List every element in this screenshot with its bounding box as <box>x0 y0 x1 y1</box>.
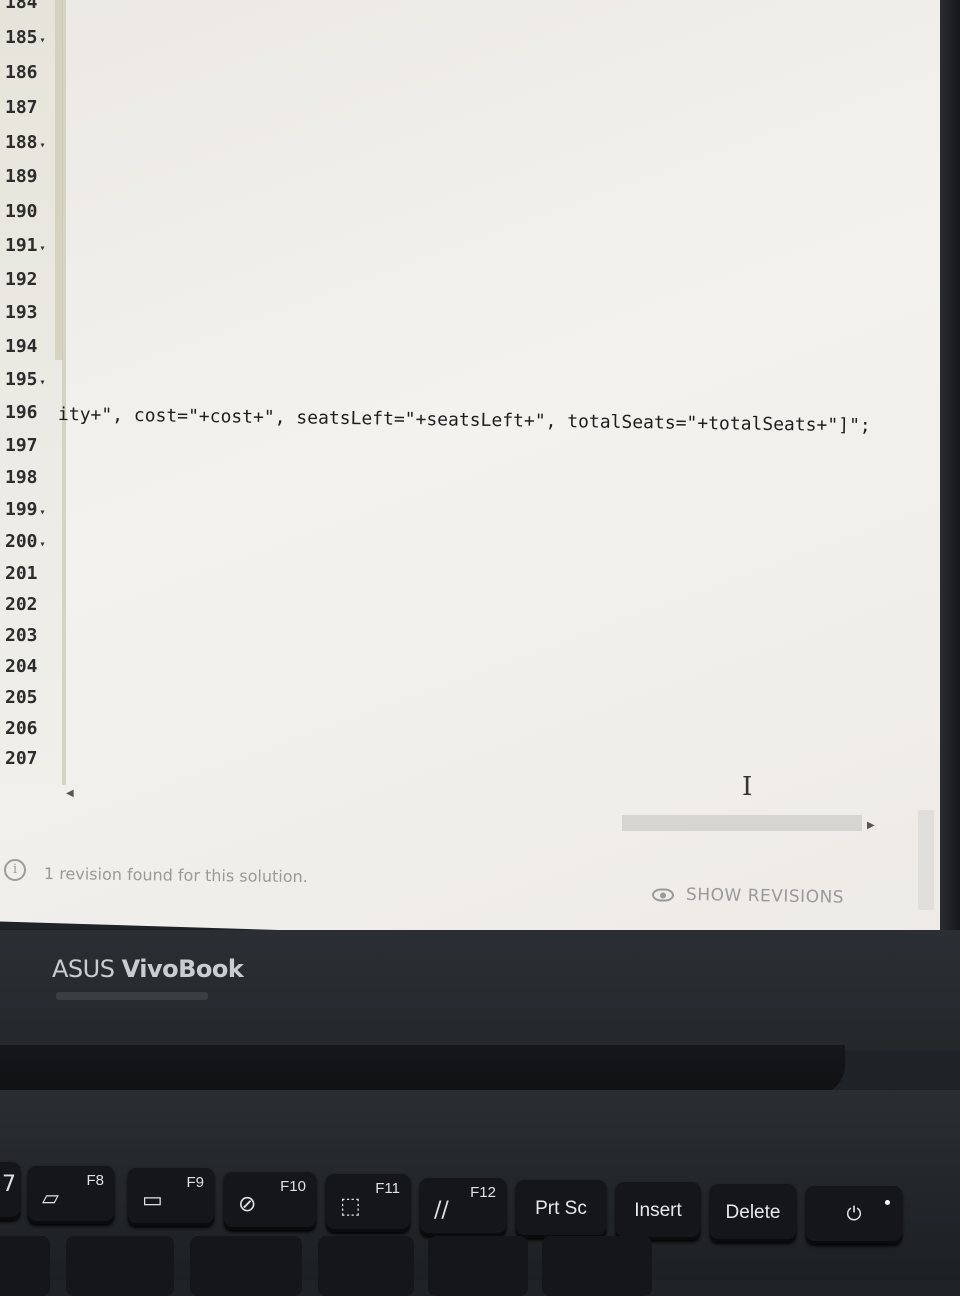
power-led <box>885 1200 890 1205</box>
key-f7[interactable]: 7 <box>0 1162 20 1220</box>
line-number: 203 <box>5 625 38 646</box>
line-number: 191 ▾ <box>5 235 46 256</box>
line-number: 202 <box>5 594 38 615</box>
show-revisions-label: SHOW REVISIONS <box>685 884 845 908</box>
line-number: 205 <box>5 687 38 708</box>
line-number: 192 <box>5 269 38 290</box>
power-icon: ⏻ <box>846 1204 862 1225</box>
display-icon: ▱ <box>42 1186 59 1211</box>
key-row2-1[interactable] <box>0 1236 50 1296</box>
show-revisions-button[interactable]: SHOW REVISIONS <box>651 884 845 908</box>
myasus-icon: // <box>434 1198 449 1223</box>
fold-arrow-icon[interactable]: ▾ <box>40 539 46 550</box>
line-number: 199 ▾ <box>5 499 46 520</box>
laptop-screen: 184 185 ▾ 186 187 188 ▾ 189 190 191 ▾ 192 193 194 195 ▾… <box>0 0 940 950</box>
info-icon: i <box>4 859 26 881</box>
vertical-scrollbar[interactable] <box>918 810 934 910</box>
line-number: 197 <box>5 435 38 456</box>
line-number: 206 <box>5 718 38 739</box>
brand-bar <box>56 992 208 1000</box>
key-row2-3[interactable] <box>190 1236 302 1296</box>
laptop-hinge <box>0 1045 845 1095</box>
revision-info-text: 1 revision found for this solution. <box>43 864 308 887</box>
gutter-fold-strip <box>55 0 63 360</box>
key-row2-4[interactable] <box>318 1236 414 1296</box>
key-row2-5[interactable] <box>428 1236 528 1296</box>
line-number: 189 <box>5 166 38 187</box>
fold-arrow-icon[interactable]: ▾ <box>40 507 46 518</box>
line-number: 186 <box>5 62 38 83</box>
key-insert[interactable]: Insert <box>616 1182 700 1240</box>
key-row2-6[interactable] <box>542 1236 652 1296</box>
line-number: 196 <box>5 402 38 423</box>
key-f10[interactable]: ⊘ F10 <box>224 1172 316 1230</box>
key-delete[interactable]: Delete <box>710 1184 796 1242</box>
text-cursor-icon: I <box>742 772 753 802</box>
line-number: 198 <box>5 467 38 488</box>
key-f11[interactable]: ⬚ F11 <box>326 1174 410 1232</box>
line-number: 188 ▾ <box>5 132 46 153</box>
line-number: 204 <box>5 656 38 677</box>
key-f8[interactable]: ▱ F8 <box>28 1166 114 1224</box>
screenshot-icon: ⬚ <box>340 1194 361 1219</box>
key-power[interactable]: ⏻ <box>806 1186 902 1244</box>
line-number: 187 <box>5 97 38 118</box>
screen-bezel-bottom <box>0 930 960 1050</box>
eye-icon <box>651 887 675 902</box>
brand-logo: ASUS VivoBook <box>52 955 244 983</box>
lock-screen-icon: ▭ <box>142 1188 163 1213</box>
line-number: 200 ▾ <box>5 531 46 552</box>
key-print-screen[interactable]: Prt Sc <box>516 1180 606 1238</box>
key-row2-2[interactable] <box>66 1236 174 1296</box>
horizontal-scrollbar[interactable] <box>622 815 862 831</box>
code-line-196[interactable]: ity+", cost="+cost+", seatsLeft="+seatsL… <box>58 404 871 436</box>
screen-bezel-right <box>940 0 960 960</box>
line-number: 201 <box>5 563 38 584</box>
fold-arrow-icon[interactable]: ▾ <box>40 377 46 388</box>
fold-arrow-icon[interactable]: ▾ <box>40 35 46 46</box>
line-number: 195 ▾ <box>5 369 46 390</box>
key-f12[interactable]: // F12 <box>420 1178 506 1236</box>
key-f9[interactable]: ▭ F9 <box>128 1168 214 1226</box>
line-number: 207 <box>5 748 38 769</box>
line-number: 184 <box>5 0 38 13</box>
line-number: 193 <box>5 302 38 323</box>
line-number: 194 <box>5 336 38 357</box>
line-number: 190 <box>5 201 38 222</box>
scroll-left-arrow-icon[interactable]: ◀ <box>66 788 74 799</box>
scroll-right-arrow-icon[interactable]: ▶ <box>867 820 875 831</box>
fold-arrow-icon[interactable]: ▾ <box>40 140 46 151</box>
line-number: 185 ▾ <box>5 27 46 48</box>
fold-arrow-icon[interactable]: ▾ <box>40 243 46 254</box>
camera-off-icon: ⊘ <box>238 1192 257 1217</box>
